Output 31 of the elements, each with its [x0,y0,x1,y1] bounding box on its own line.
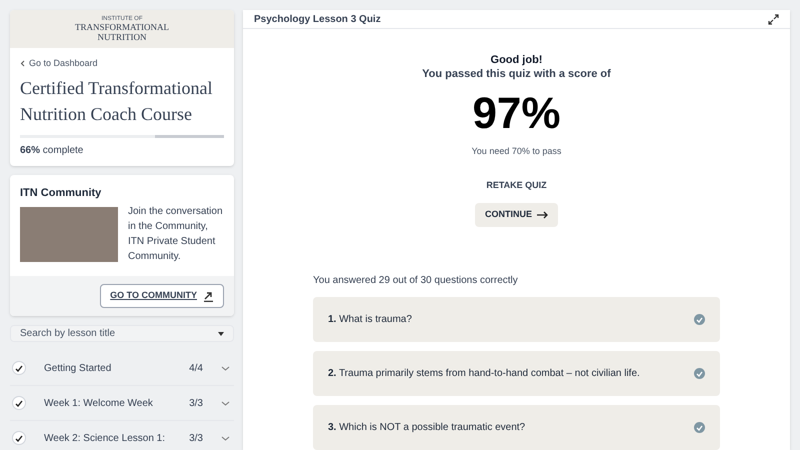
continue-button[interactable]: CONTINUE [475,203,558,227]
back-link[interactable]: Go to Dashboard [20,57,224,70]
lesson-row[interactable]: Week 1: Welcome Week 3/3 [10,386,234,421]
card-title: ITN Community [20,186,102,200]
caret-down-icon [218,332,224,336]
lesson-row[interactable]: Getting Started 4/4 [10,351,234,386]
question-row[interactable]: 1. What is trauma? [313,297,720,342]
lesson-search-dropdown[interactable]: Search by lesson title [10,325,234,342]
result-heading: Good job! [490,53,542,67]
external-arrow-icon [203,290,214,302]
question-row[interactable]: 2. Trauma primarily stems from hand-to-hand combat – not civilian life. [313,351,720,396]
question-row[interactable]: 3. Which is NOT a possible traumatic event? [313,405,720,450]
chevron-down-icon [221,366,230,370]
quiz-title: Psychology Lesson 3 Quiz [254,12,381,26]
result-subheading: You passed this quiz with a score of [422,67,611,81]
score: 97% [472,89,561,139]
chevron-down-icon [221,436,230,440]
pass-note: You need 70% to pass [472,145,562,158]
expand-icon[interactable] [768,14,779,24]
community-text: Join the conversation in the Community, ITN Private Student Community. [128,205,224,264]
course-title: Certified Transformational Nutrition Coach Course [20,76,214,126]
logo-text: NUTRITION [98,32,146,42]
chevron-down-icon [221,400,230,406]
retake-quiz-button[interactable]: RETAKE QUIZ [478,176,555,194]
chevron-left-icon [20,60,25,68]
lesson-row[interactable]: Week 2: Science Lesson 1: 3/3 [10,421,234,450]
answers-summary: You answered 29 out of 30 questions correctly [313,274,519,288]
arrow-right-icon [537,211,548,219]
community-button[interactable]: GO TO COMMUNITY [100,284,224,308]
progress-label: 66% complete [20,144,84,158]
logo-text: TRANSFORMATIONAL [74,23,169,32]
